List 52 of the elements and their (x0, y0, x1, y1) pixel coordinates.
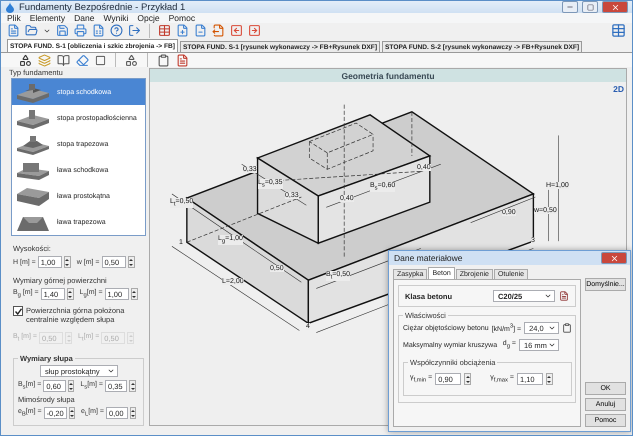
caret-icon (107, 367, 115, 375)
caret-icon (544, 292, 552, 300)
dialog-title: Dane materiałowe (394, 253, 463, 263)
menu-item[interactable]: Pomoc (168, 13, 196, 23)
table-icon[interactable] (158, 24, 171, 37)
help-icon[interactable] (110, 24, 123, 37)
spinner-control[interactable] (129, 380, 136, 392)
arrow-right-icon[interactable] (248, 24, 261, 37)
remove-page-icon[interactable] (194, 24, 207, 37)
open-folder-icon[interactable] (25, 24, 38, 37)
close-button[interactable] (602, 1, 628, 13)
spinner-control[interactable] (130, 288, 138, 300)
spinner-control[interactable] (68, 380, 74, 392)
close-button[interactable] (601, 252, 627, 264)
report-icon[interactable] (176, 54, 189, 66)
app-drop-icon (5, 2, 15, 12)
menu-item[interactable]: Wyniki (103, 13, 128, 23)
menu-item[interactable]: Dane (74, 13, 94, 23)
window-title: Fundamenty Bezpośrednie - Przykład 1 (19, 2, 186, 12)
maximize-button[interactable] (582, 1, 598, 13)
spinner-control[interactable] (546, 373, 553, 385)
exit-icon[interactable] (128, 24, 141, 37)
spinner-control[interactable] (64, 256, 71, 268)
spinner-control[interactable] (128, 256, 135, 268)
spinner-control[interactable] (66, 288, 74, 300)
save-icon[interactable] (56, 24, 69, 37)
shape-icon[interactable] (95, 54, 106, 66)
grid-icon[interactable] (611, 23, 626, 38)
caret-icon (548, 324, 556, 332)
add-page-icon[interactable] (176, 24, 189, 37)
close-icon (610, 254, 618, 262)
canvas-header: Geometria fundamentu (150, 69, 626, 82)
new-file-icon[interactable] (7, 24, 20, 37)
checkbox[interactable] (13, 306, 23, 316)
view-toggle-button[interactable]: 2D (613, 84, 624, 94)
menu-item[interactable]: Plik (7, 13, 21, 23)
minimize-button[interactable] (562, 1, 578, 13)
clipboard-icon[interactable] (157, 54, 170, 66)
arrow-left-icon[interactable] (230, 24, 243, 37)
caret-icon (548, 341, 556, 349)
menu-item[interactable]: Elementy (30, 13, 66, 23)
document-icon[interactable] (92, 24, 105, 37)
spinner-control[interactable] (130, 407, 136, 419)
maximize-icon (586, 4, 594, 10)
spinner-control[interactable] (68, 407, 76, 419)
export-page-icon[interactable] (212, 24, 225, 37)
close-icon (610, 2, 620, 12)
eraser-icon[interactable] (76, 54, 89, 66)
menu-item[interactable]: Opcje (137, 13, 160, 23)
printer-icon[interactable] (74, 24, 87, 37)
check-icon (14, 308, 22, 314)
spinner-control[interactable] (464, 373, 472, 385)
